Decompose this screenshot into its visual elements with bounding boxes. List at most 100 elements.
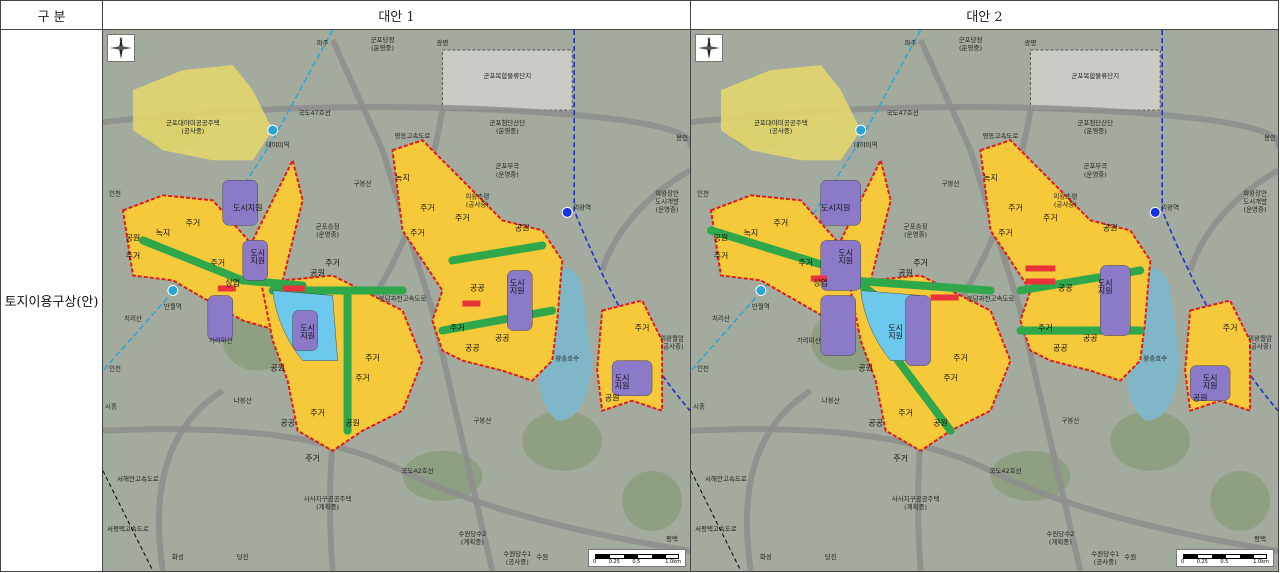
zone-label: 도시지원 <box>300 324 315 341</box>
place-label: 군포복합물류단지 <box>1071 71 1119 80</box>
forest-area <box>1210 470 1271 531</box>
place-label: 평택 <box>1254 534 1266 543</box>
zone-label: 공공 <box>280 419 295 428</box>
place-label: 왕송호수 <box>1143 354 1167 363</box>
place-label: 반월역 <box>752 302 770 311</box>
svg-text:N: N <box>708 37 711 42</box>
urban-support-zone <box>905 295 931 366</box>
zone-label: 공원 <box>515 223 530 232</box>
place-label: 서평택고속도로 <box>695 524 737 533</box>
place-label: 수원당수2 (계획중) <box>458 529 486 546</box>
place-label: 가리미산 <box>797 336 821 345</box>
place-label: 대야미역 <box>266 140 290 149</box>
place-label: 군포부곡 (운영중) <box>1083 162 1107 178</box>
place-label: 의왕역 <box>1161 202 1179 211</box>
zone-label: 주거 <box>635 324 650 333</box>
place-label: 구봉산 <box>942 178 960 187</box>
place-label: 의왕장안 도시개발 (운영중) <box>1243 188 1267 213</box>
zone-label: 공공 <box>495 334 510 343</box>
place-label: 구봉산 <box>354 178 372 187</box>
zone-label: 녹지 <box>156 228 171 237</box>
zone-label: 주거 <box>450 324 465 333</box>
zone-label: 주거 <box>126 251 141 260</box>
zone-label: 주거 <box>953 354 968 363</box>
zone-label: 주거 <box>773 218 788 227</box>
zone-label: 주거 <box>210 258 225 267</box>
zone-label: 주거 <box>1038 324 1053 333</box>
place-label: 당진 <box>237 552 249 561</box>
scale-bar: 0 0.25 0.5 1.0km <box>588 549 686 567</box>
place-label: 서해안고속도로 <box>117 474 159 483</box>
svg-text:N: N <box>120 37 123 42</box>
zone-label: 도시지원 <box>615 374 630 391</box>
place-label: 의왕초평 (공사중) <box>1053 191 1077 208</box>
zone-label: 주거 <box>455 213 470 222</box>
place-label: 인천 <box>109 364 121 373</box>
zone-label: 주거 <box>410 228 425 237</box>
zone-label: 주거 <box>365 354 380 363</box>
zone-label: 공원 <box>1193 394 1208 403</box>
place-label: 화성 <box>172 552 184 561</box>
place-label: 국도47호선 <box>299 108 331 117</box>
place-label: 파주 <box>905 38 917 47</box>
zone-label: 주거 <box>310 409 325 418</box>
place-label: 인천 <box>697 188 709 197</box>
zone-label: 공원 <box>605 394 620 403</box>
zone-label: 도시지원 <box>821 203 850 212</box>
zone-label: 공원 <box>270 364 285 373</box>
zone-label: 상업 <box>813 277 828 287</box>
category-header: 구 분 <box>0 0 103 30</box>
zone-label: 공공 <box>470 283 485 292</box>
forest-area <box>622 470 683 531</box>
north-arrow-icon: N <box>695 34 723 62</box>
zone-label: 공원 <box>126 233 141 242</box>
place-label: 가리미산 <box>209 336 233 345</box>
place-label: 나봉산 <box>234 396 252 405</box>
urban-support-zone <box>1100 265 1131 336</box>
place-label: 시흥 <box>105 402 117 411</box>
place-label: 영동고속도로 <box>983 131 1019 140</box>
zone-label: 주거 <box>1223 324 1238 333</box>
zone-label: 녹지 <box>395 173 410 182</box>
row-label-land-use: 토지이용구상(안) <box>0 29 103 572</box>
urban-support-zone <box>207 295 233 341</box>
zone-label: 공공 <box>1053 344 1068 353</box>
zone-label: 공공 <box>1083 334 1098 343</box>
commercial-zone <box>1025 265 1056 272</box>
zone-label: 녹지 <box>744 228 759 237</box>
zone-label: 도시지원 <box>1098 278 1113 295</box>
alternative-1-header: 대안 1 <box>102 0 691 30</box>
zone-label: 주거 <box>355 374 370 383</box>
zone-label: 주거 <box>898 409 913 418</box>
map-alternative-2: 주거 녹지 공원 주거 주거 도시지원 도시 지원 도시 지원 공원 주거 주거 주거 주거 주거 상업 공원 공원… <box>690 29 1279 572</box>
place-label: 화성 <box>760 552 772 561</box>
zone-label: 공원 <box>1103 223 1118 232</box>
place-label: 대야미역 <box>854 140 878 149</box>
place-label: 봉담과천고속도로 <box>379 293 427 302</box>
zone-label: 녹지 <box>983 173 998 182</box>
zone-label: 주거 <box>893 454 908 463</box>
place-label: 국도42호선 <box>989 466 1021 475</box>
place-label: 당진 <box>825 552 837 561</box>
zone-label: 공공 <box>1058 283 1073 292</box>
place-label: 군포부곡 (운영중) <box>495 162 519 178</box>
zone-label: 공공 <box>465 344 480 353</box>
station-daeyami <box>855 124 867 136</box>
place-label: 수원당수2 (계획중) <box>1046 529 1074 546</box>
place-label: 수원 <box>536 552 548 561</box>
place-label: 평택 <box>666 534 678 543</box>
place-label: 용인 <box>1264 133 1276 142</box>
place-label: 광명 <box>1024 38 1036 47</box>
place-label: 시흥 <box>693 402 705 411</box>
zone-label: 주거 <box>1043 213 1058 222</box>
zone-label: 주거 <box>943 374 958 383</box>
zone-label: 상업 <box>225 277 240 287</box>
place-label: 군포송정 (운영중) <box>904 221 928 238</box>
place-label: 군포송정 (운영중) <box>316 221 340 238</box>
zone-label: 주거 <box>714 251 729 260</box>
commercial-zone <box>282 285 305 292</box>
zone-label: 도시지원 <box>888 324 903 341</box>
place-label: 치리산 <box>712 314 730 323</box>
place-label: 의왕월암 (공사중) <box>660 334 684 351</box>
zone-label: 공원 <box>714 233 729 242</box>
